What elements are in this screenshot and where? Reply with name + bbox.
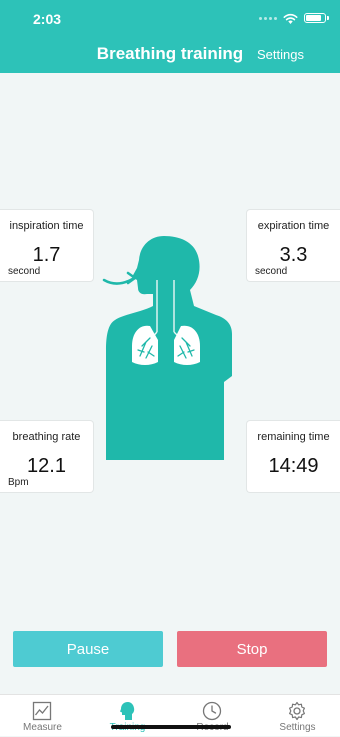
breath-icon [120, 702, 135, 720]
breathing-rate-label: breathing rate [12, 431, 81, 443]
nav-bar: Breathing training Settings [0, 36, 340, 73]
settings-button[interactable]: Settings [257, 47, 304, 62]
chart-icon [32, 701, 52, 721]
expiration-time-value: 3.3 [279, 244, 308, 266]
breathing-body-icon [102, 236, 232, 460]
remaining-time-value: 14:49 [268, 455, 319, 477]
inspiration-time-unit: second [8, 266, 41, 277]
remaining-time-card: remaining time 14:49 [246, 420, 340, 493]
stop-button[interactable]: Stop [177, 631, 327, 667]
pause-button[interactable]: Pause [13, 631, 163, 667]
status-time: 2:03 [33, 11, 62, 27]
gear-icon [289, 701, 305, 721]
breathing-rate-card: breathing rate 12.1 Bpm [0, 420, 94, 493]
breathing-rate-unit: Bpm [8, 477, 29, 488]
signal-icon [259, 16, 277, 20]
tab-record[interactable]: Record [170, 695, 255, 737]
status-bar: 2:03 [0, 0, 340, 36]
breathing-rate-value: 12.1 [27, 455, 66, 477]
clock-icon [202, 701, 222, 721]
inspiration-time-card: inspiration time 1.7 second [0, 209, 94, 282]
tab-measure-label: Measure [23, 722, 62, 733]
home-indicator [111, 725, 231, 729]
status-icons [259, 10, 329, 26]
inspiration-time-label: inspiration time [9, 220, 84, 232]
tab-settings[interactable]: Settings [255, 695, 340, 737]
tab-measure[interactable]: Measure [0, 695, 85, 737]
tab-training[interactable]: Training [85, 695, 170, 737]
inspiration-time-value: 1.7 [32, 244, 61, 266]
expiration-time-card: expiration time 3.3 second [246, 209, 340, 282]
tab-settings-label: Settings [279, 722, 316, 733]
wifi-icon [283, 13, 298, 24]
expiration-time-label: expiration time [257, 220, 330, 232]
tab-bar: Measure Training Record Settings [0, 694, 340, 736]
expiration-time-unit: second [255, 266, 288, 277]
remaining-time-label: remaining time [257, 431, 330, 443]
battery-icon [304, 13, 329, 23]
